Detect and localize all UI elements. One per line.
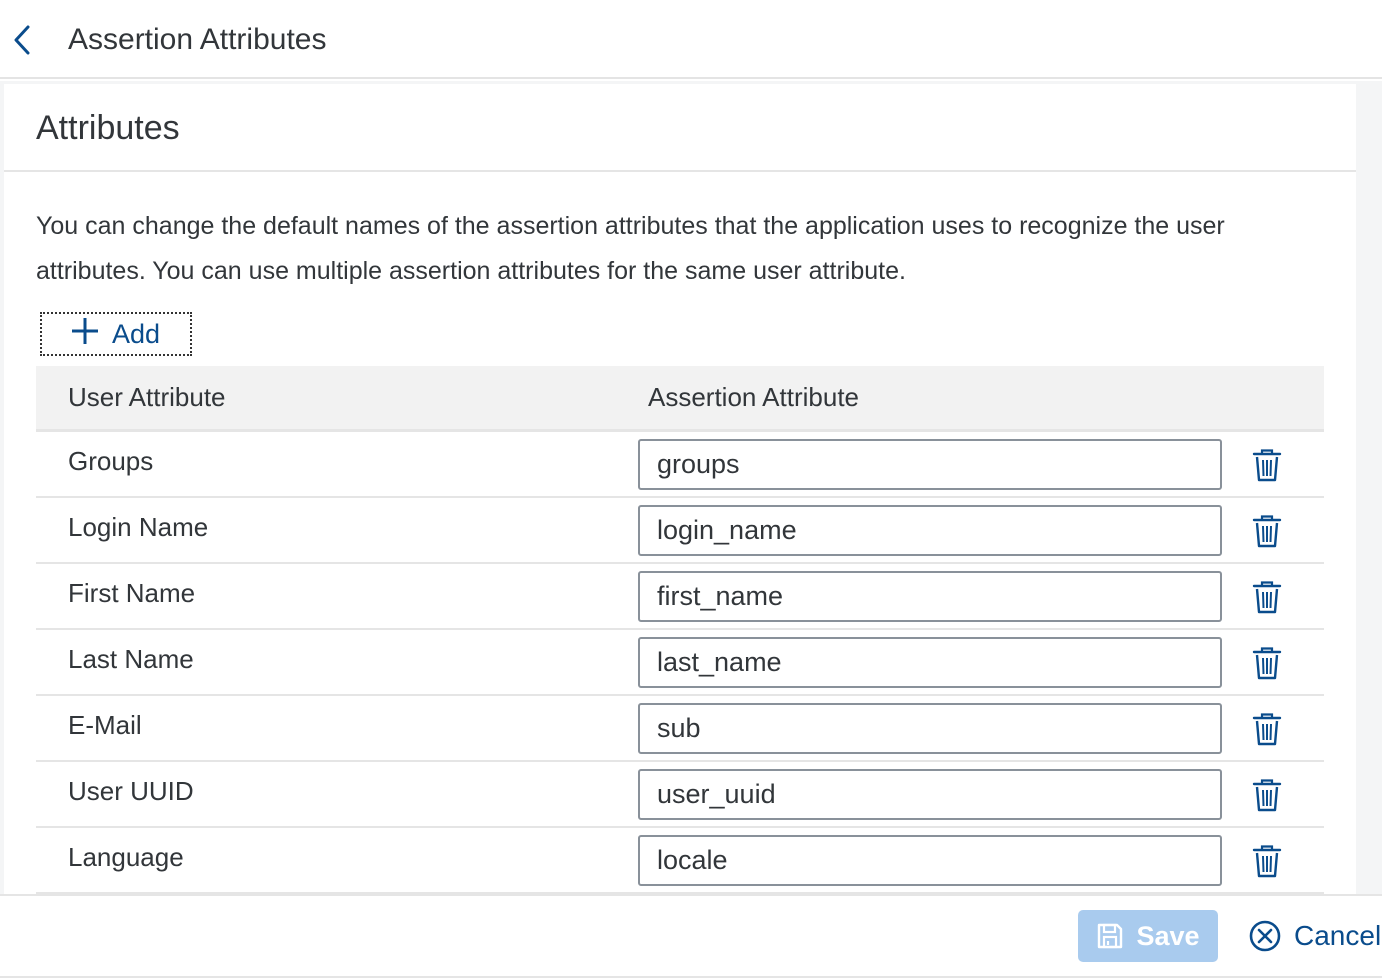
save-icon bbox=[1098, 923, 1123, 949]
assertion-attribute-input[interactable]: locale bbox=[638, 835, 1222, 886]
table-row: Login Name login_name bbox=[36, 498, 1324, 564]
user-attribute-label: Groups bbox=[68, 445, 154, 476]
table-row: Groups groups bbox=[36, 432, 1324, 498]
user-attribute-label: Last Name bbox=[68, 643, 194, 674]
panel-divider bbox=[4, 170, 1356, 172]
delete-row-button[interactable] bbox=[1250, 512, 1284, 550]
chevron-left-icon bbox=[14, 25, 30, 55]
delete-row-button[interactable] bbox=[1250, 842, 1284, 880]
table-header: User Attribute Assertion Attribute bbox=[36, 366, 1324, 432]
assertion-attribute-input[interactable]: first_name bbox=[638, 571, 1222, 622]
user-attribute-label: Language bbox=[68, 841, 184, 872]
assertion-attribute-input[interactable]: groups bbox=[638, 439, 1222, 490]
delete-row-button[interactable] bbox=[1250, 710, 1284, 748]
delete-row-button[interactable] bbox=[1250, 446, 1284, 484]
table-row: User UUID user_uuid bbox=[36, 762, 1324, 828]
cancel-circle-icon bbox=[1249, 920, 1281, 952]
table-row: Language locale bbox=[36, 828, 1324, 894]
delete-row-button[interactable] bbox=[1250, 776, 1284, 814]
add-button-label: Add bbox=[112, 318, 161, 349]
panel-description: You can change the default names of the … bbox=[36, 212, 1225, 285]
attributes-panel: Attributes You can change the default na… bbox=[4, 84, 1356, 894]
delete-row-button[interactable] bbox=[1250, 578, 1284, 616]
assertion-attribute-input[interactable]: login_name bbox=[638, 505, 1222, 556]
user-attribute-label: Login Name bbox=[68, 511, 209, 542]
add-button[interactable]: Add bbox=[40, 312, 192, 356]
user-attribute-label: First Name bbox=[68, 577, 196, 608]
plus-icon bbox=[70, 316, 100, 352]
page-header: Assertion Attributes bbox=[0, 0, 1382, 79]
trash-icon bbox=[1252, 779, 1282, 812]
attributes-table: User Attribute Assertion Attribute Group… bbox=[36, 366, 1324, 894]
delete-row-button[interactable] bbox=[1250, 644, 1284, 682]
cancel-button-label: Cancel bbox=[1294, 920, 1382, 951]
trash-icon bbox=[1252, 845, 1282, 878]
table-row: First Name first_name bbox=[36, 564, 1324, 630]
trash-icon bbox=[1252, 449, 1282, 482]
save-button[interactable]: Save bbox=[1078, 910, 1218, 962]
assertion-attribute-input[interactable]: user_uuid bbox=[638, 769, 1222, 820]
column-header-user-attribute: User Attribute bbox=[68, 382, 226, 412]
table-row: E-Mail sub bbox=[36, 696, 1324, 762]
panel-title: Attributes bbox=[36, 109, 180, 147]
save-button-label: Save bbox=[1136, 920, 1200, 951]
column-header-assertion-attribute: Assertion Attribute bbox=[648, 382, 859, 412]
table-body: Groups groups Login Name login_name First Na… bbox=[36, 432, 1324, 894]
trash-icon bbox=[1252, 713, 1282, 746]
trash-icon bbox=[1252, 581, 1282, 614]
page-title: Assertion Attributes bbox=[68, 23, 327, 56]
assertion-attribute-input[interactable]: last_name bbox=[638, 637, 1222, 688]
cancel-button[interactable]: Cancel bbox=[1248, 910, 1382, 962]
back-button[interactable] bbox=[6, 22, 38, 58]
user-attribute-label: User UUID bbox=[68, 775, 194, 806]
trash-icon bbox=[1252, 515, 1282, 548]
trash-icon bbox=[1252, 647, 1282, 680]
assertion-attribute-input[interactable]: sub bbox=[638, 703, 1222, 754]
user-attribute-label: E-Mail bbox=[68, 709, 142, 740]
footer-toolbar: Save Cancel bbox=[0, 894, 1382, 978]
table-row: Last Name last_name bbox=[36, 630, 1324, 696]
